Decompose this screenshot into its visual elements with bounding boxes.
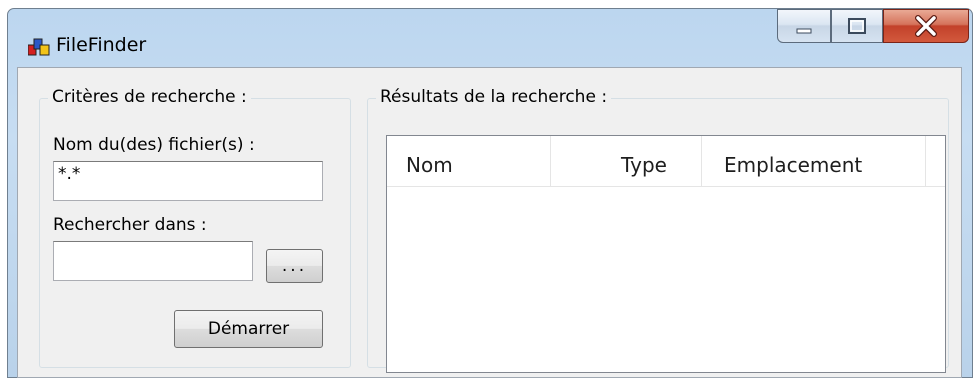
criteria-group: Critères de recherche : Nom du(des) fich… [39, 87, 351, 368]
window-title: FileFinder [56, 34, 147, 56]
minimize-icon [796, 28, 812, 34]
filename-label: Nom du(des) fichier(s) : [53, 135, 255, 155]
maximize-icon [848, 18, 866, 34]
title-bar[interactable]: FileFinder [8, 9, 972, 67]
column-header-type[interactable]: Type [551, 136, 702, 186]
results-legend: Résultats de la recherche : [376, 87, 612, 107]
browse-button[interactable]: ... [266, 249, 323, 283]
minimize-button[interactable] [777, 9, 831, 43]
maximize-button[interactable] [831, 9, 883, 43]
close-icon [915, 15, 937, 37]
filefinder-window: FileFinder Critères de recherche: Nom d… [7, 8, 973, 378]
results-group: Résultats de la recherche : Nom Type Emp… [367, 87, 949, 373]
client-area: Critères de recherche : Nom du(des) fich… [17, 67, 962, 378]
folder-label: Rechercher dans : [53, 215, 207, 235]
criteria-legend: Critères de recherche : [48, 87, 251, 107]
folder-input[interactable] [53, 241, 253, 281]
column-header-name[interactable]: Nom [387, 136, 551, 186]
filename-input[interactable]: *.* [53, 161, 323, 201]
results-list[interactable]: Nom Type Emplacement [386, 135, 946, 373]
start-button[interactable]: Démarrer [174, 310, 323, 348]
close-button[interactable] [883, 9, 969, 43]
column-header-location[interactable]: Emplacement [702, 136, 926, 186]
results-header: Nom Type Emplacement [387, 136, 945, 187]
app-icon [28, 38, 50, 56]
